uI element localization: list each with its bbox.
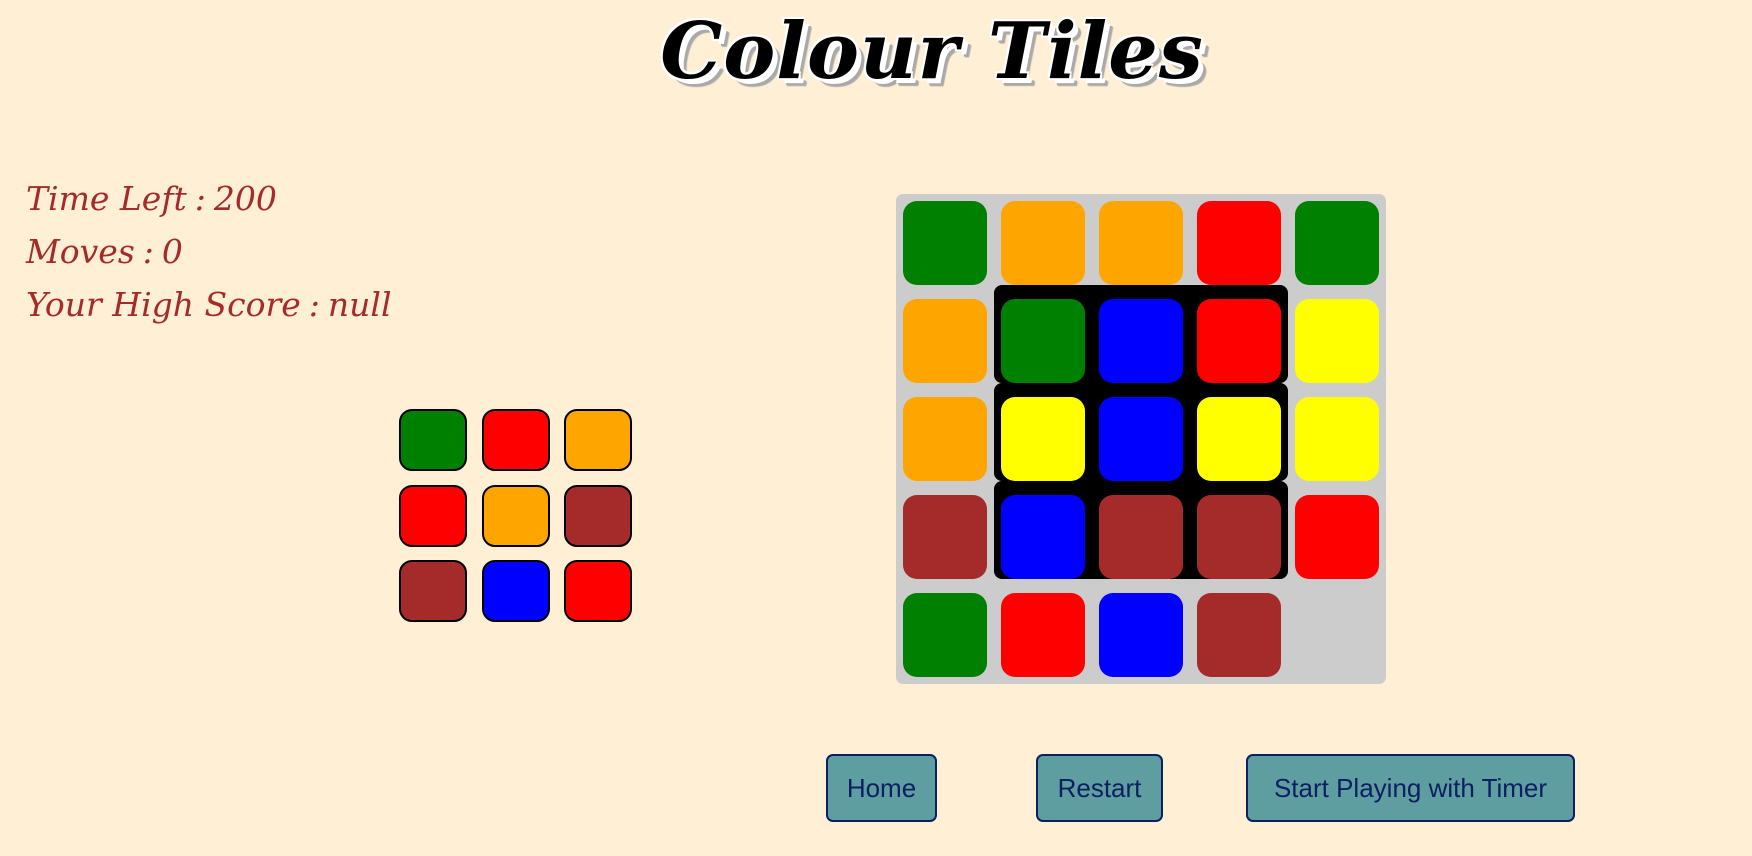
board-tile-yellow[interactable] (1295, 299, 1379, 383)
target-tile-brown (564, 484, 632, 547)
board-tile-brown[interactable] (903, 495, 987, 579)
board-tile-red[interactable] (1197, 299, 1281, 383)
board-tile-blue[interactable] (1099, 299, 1183, 383)
board-tile-red[interactable] (1295, 495, 1379, 579)
time-left-label: Time Left (26, 179, 187, 218)
time-left-stat: Time Left:200 (26, 172, 392, 225)
stats-panel: Time Left:200 Moves:0 Your High Score: nu… (26, 172, 392, 331)
board-tile-orange[interactable] (903, 299, 987, 383)
target-tile-red (481, 409, 550, 471)
target-tile-brown (399, 560, 467, 622)
board-tile-yellow[interactable] (1001, 397, 1085, 481)
high-score-label: Your High Score (26, 285, 301, 324)
target-tile-orange (481, 484, 550, 547)
separator: : (194, 179, 206, 218)
board-tile-orange[interactable] (1001, 201, 1085, 285)
board-tile-red[interactable] (1001, 593, 1085, 677)
target-tile-orange (564, 409, 632, 471)
separator: : (142, 232, 154, 271)
board-tile-green[interactable] (903, 201, 987, 285)
board-tile-blue[interactable] (1001, 495, 1085, 579)
board-tile-green[interactable] (903, 593, 987, 677)
board-tile-brown[interactable] (1197, 495, 1281, 579)
moves-label: Moves (26, 232, 135, 271)
target-tile-green (399, 409, 467, 471)
restart-button[interactable]: Restart (1036, 754, 1163, 822)
target-pattern-grid (399, 409, 632, 622)
board-tile-red[interactable] (1197, 201, 1281, 285)
moves-value: 0 (161, 232, 183, 271)
high-score-value: null (327, 285, 392, 324)
start-timer-button[interactable]: Start Playing with Timer (1246, 754, 1575, 822)
board-tile-orange[interactable] (1099, 201, 1183, 285)
board-tile-brown[interactable] (1099, 495, 1183, 579)
separator: : (308, 285, 320, 324)
game-board (896, 194, 1386, 684)
board-tile-brown[interactable] (1197, 593, 1281, 677)
board-tile-yellow[interactable] (1295, 397, 1379, 481)
target-tile-red (564, 560, 632, 622)
home-button[interactable]: Home (826, 754, 937, 822)
board-tile-blue[interactable] (1099, 397, 1183, 481)
game-title: Colour Tiles (660, 6, 1204, 97)
empty-cell[interactable] (1295, 593, 1379, 677)
time-left-value: 200 (213, 179, 277, 218)
board-tile-green[interactable] (1295, 201, 1379, 285)
board-tile-yellow[interactable] (1197, 397, 1281, 481)
target-tile-blue (481, 560, 550, 622)
target-tile-red (399, 484, 467, 547)
high-score-stat: Your High Score: null (26, 278, 392, 331)
board-tile-green[interactable] (1001, 299, 1085, 383)
board-tile-orange[interactable] (903, 397, 987, 481)
moves-stat: Moves:0 (26, 225, 392, 278)
board-tile-blue[interactable] (1099, 593, 1183, 677)
